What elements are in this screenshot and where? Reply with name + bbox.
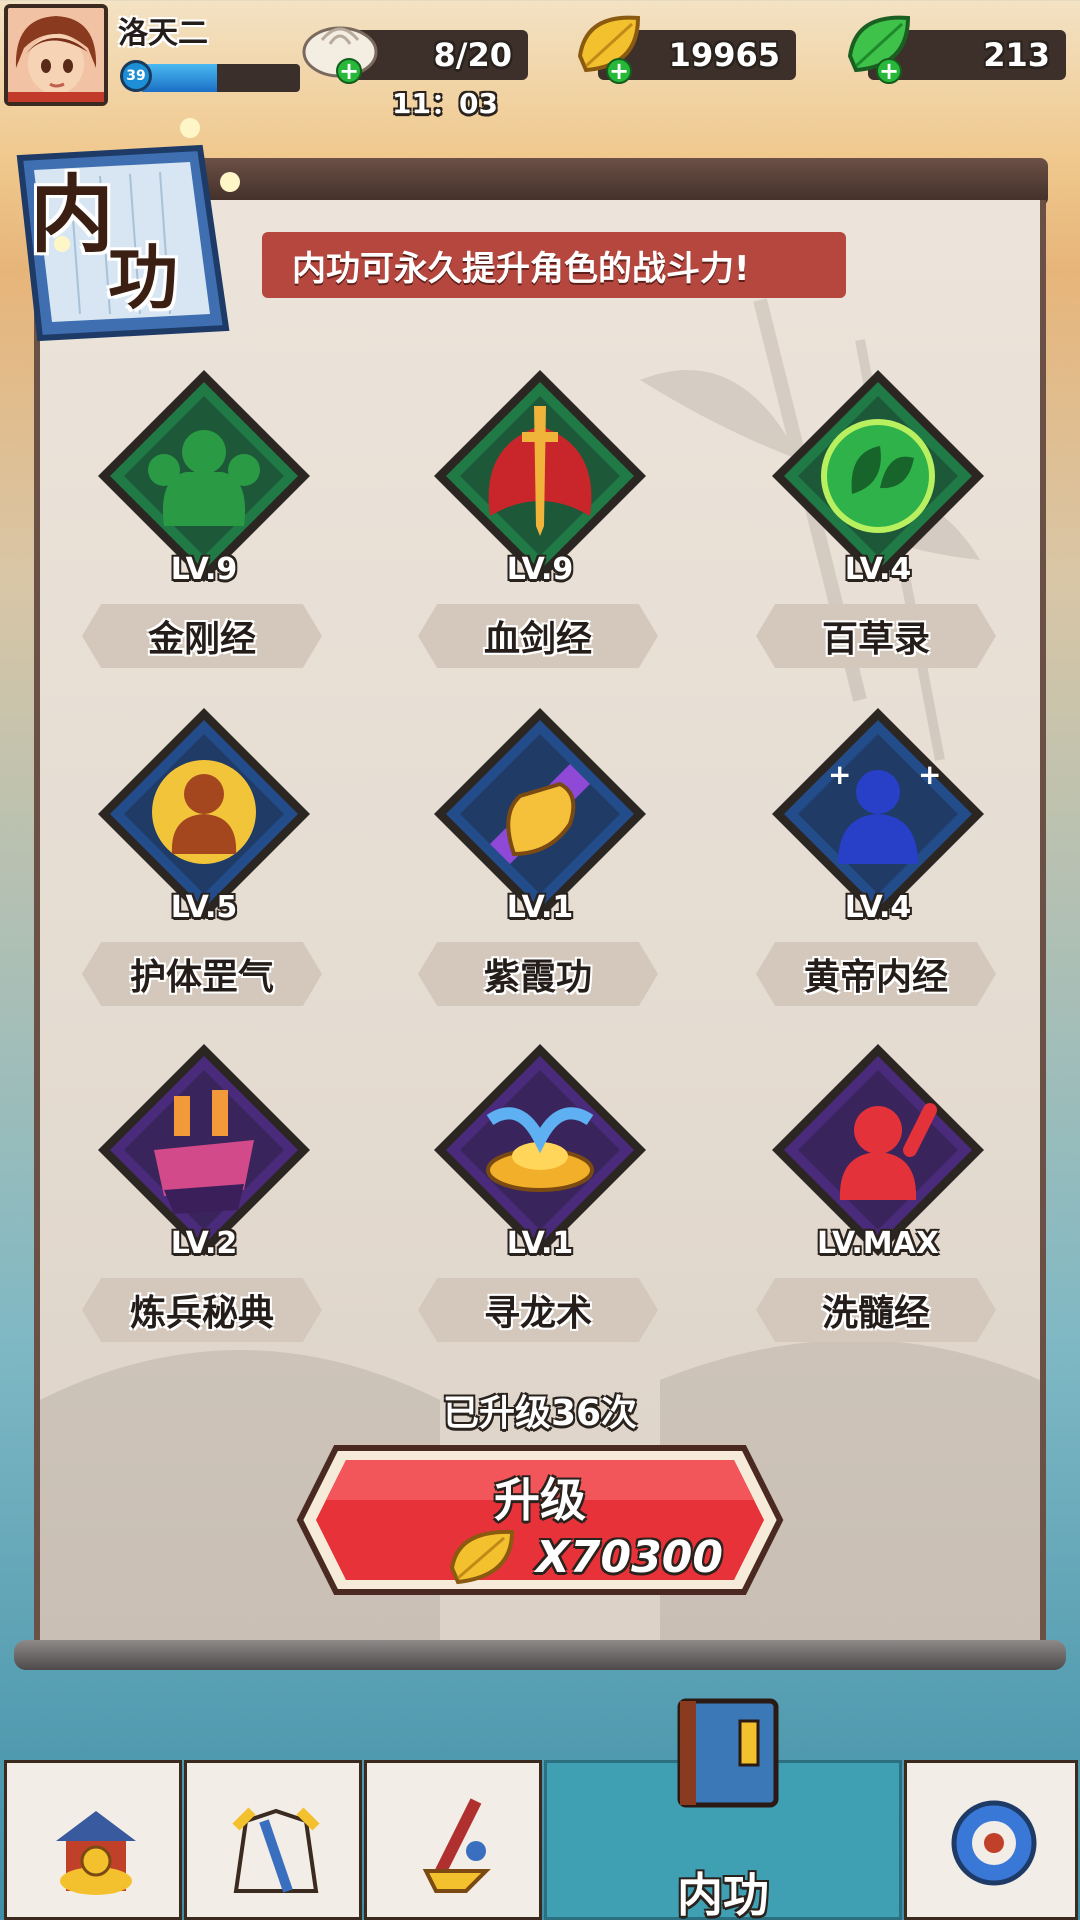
skill-card[interactable]: LV.1 紫霞功 bbox=[410, 704, 670, 1044]
player-level-badge: 39 bbox=[120, 60, 152, 92]
skill-level: LV.4 bbox=[844, 552, 912, 587]
skill-card[interactable]: LV.9 血剑经 bbox=[410, 366, 670, 706]
settings-gear-icon bbox=[934, 1781, 1054, 1901]
gold-leaf-icon bbox=[446, 1526, 520, 1588]
skill-book-icon bbox=[666, 1693, 786, 1813]
skill-card[interactable]: + + LV.4 黄帝内经 bbox=[748, 704, 1008, 1044]
panel-title-char-2: 功 bbox=[108, 236, 178, 319]
robe-armor-icon bbox=[216, 1781, 336, 1901]
panel-title-char-1: 内 bbox=[30, 165, 115, 264]
skill-card[interactable]: LV.1 寻龙术 bbox=[410, 1040, 670, 1380]
nav-tab-label: 内功 bbox=[677, 1868, 769, 1920]
skill-level: LV.1 bbox=[506, 890, 574, 925]
stamina-value: 8/20 bbox=[433, 36, 512, 74]
neigong-title-emblem: 内 功 bbox=[0, 118, 250, 348]
xp-bar bbox=[140, 64, 300, 92]
nav-tab[interactable] bbox=[4, 1760, 182, 1920]
skill-level: LV.9 bbox=[170, 552, 238, 587]
skill-name: 黄帝内经 bbox=[756, 942, 996, 1006]
skill-name: 金刚经 bbox=[82, 604, 322, 668]
skill-name: 血剑经 bbox=[418, 604, 658, 668]
skill-card[interactable]: LV.4 百草录 bbox=[748, 366, 1008, 706]
jade-value: 213 bbox=[983, 36, 1050, 74]
skill-card[interactable]: LV.MAX 洗髓经 bbox=[748, 1040, 1008, 1380]
skill-name: 洗髓经 bbox=[756, 1278, 996, 1342]
skill-name: 炼兵秘典 bbox=[82, 1278, 322, 1342]
skill-level: LV.9 bbox=[506, 552, 574, 587]
skill-level: LV.MAX bbox=[817, 1226, 939, 1261]
skill-level: LV.4 bbox=[844, 890, 912, 925]
nav-tab[interactable] bbox=[364, 1760, 542, 1920]
info-banner: 内功可永久提升角色的战斗力! bbox=[262, 232, 846, 298]
skill-name: 百草录 bbox=[756, 604, 996, 668]
treasure-shop-icon bbox=[36, 1781, 156, 1901]
skill-card[interactable]: LV.9 金刚经 bbox=[74, 366, 334, 706]
skill-card[interactable]: LV.5 护体罡气 bbox=[74, 704, 334, 1044]
nav-tab[interactable] bbox=[184, 1760, 362, 1920]
player-name: 洛天二 bbox=[118, 16, 208, 51]
skill-name: 紫霞功 bbox=[418, 942, 658, 1006]
nav-tab[interactable]: 内功 bbox=[544, 1698, 902, 1920]
upgrade-button[interactable]: 升级 X70300 bbox=[296, 1440, 784, 1600]
scroll-bottom-rod bbox=[14, 1640, 1066, 1670]
upgrade-cost: X70300 bbox=[536, 1532, 723, 1583]
skill-level: LV.5 bbox=[170, 890, 238, 925]
upgrade-count-text: 已升级36次 bbox=[442, 1393, 638, 1434]
player-avatar[interactable] bbox=[4, 4, 108, 106]
add-stamina-button[interactable]: + bbox=[336, 58, 362, 84]
skill-level: LV.1 bbox=[506, 1226, 574, 1261]
skill-card[interactable]: LV.2 炼兵秘典 bbox=[74, 1040, 334, 1380]
skill-name: 寻龙术 bbox=[418, 1278, 658, 1342]
upgrade-button-label: 升级 bbox=[494, 1473, 586, 1527]
skill-level: LV.2 bbox=[170, 1226, 238, 1261]
svg-text:+: + bbox=[918, 758, 941, 791]
weapon-forge-icon bbox=[396, 1781, 516, 1901]
add-jade-button[interactable]: + bbox=[876, 58, 902, 84]
gold-value: 19965 bbox=[668, 36, 780, 74]
add-gold-button[interactable]: + bbox=[606, 58, 632, 84]
skill-name: 护体罡气 bbox=[82, 942, 322, 1006]
svg-text:+: + bbox=[828, 758, 851, 791]
stamina-timer: 11：03 bbox=[392, 87, 498, 120]
nav-tab[interactable] bbox=[904, 1760, 1078, 1920]
